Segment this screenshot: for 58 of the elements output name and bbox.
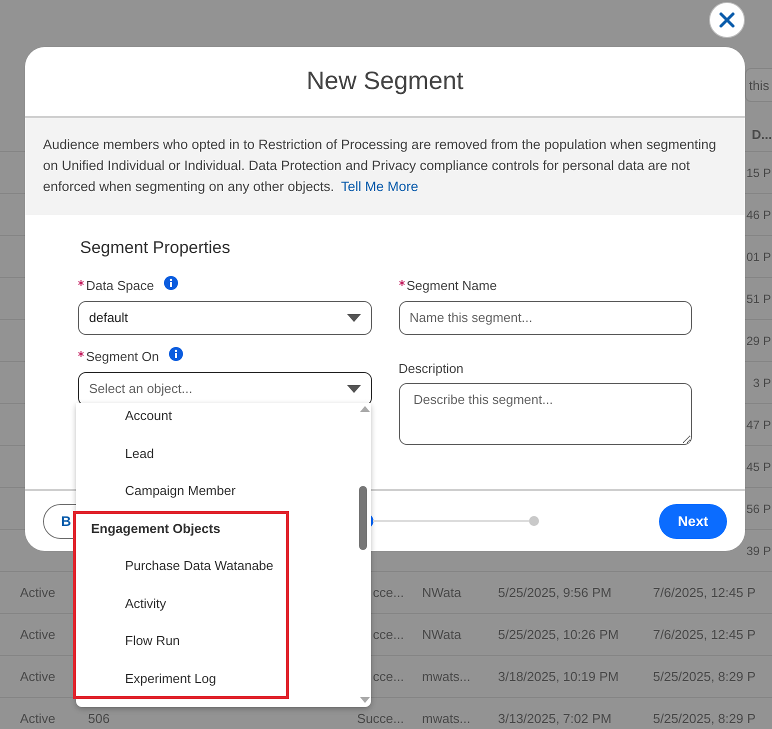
dropdown-option[interactable]: Experiment Log — [76, 660, 371, 697]
field-label: Segment Name — [406, 276, 497, 295]
table-cell-text: 01 P — [746, 248, 772, 266]
table-cell: NWata — [422, 584, 462, 600]
search-field[interactable]: this — [745, 68, 772, 102]
table-cell-text: Active — [20, 584, 56, 602]
dropdown-option[interactable]: Activity — [76, 584, 371, 622]
next-button[interactable]: Next — [659, 504, 727, 538]
close-button[interactable] — [709, 2, 745, 38]
select-field[interactable]: default — [78, 300, 372, 334]
table-cell-text: 5/25/2025, 8:29 P — [653, 668, 756, 686]
notice-text: Audience members who opted in to Restriction of Processing are removed from the population when segmenting on Unified Individual or Individual. Data Protection and Privacy compliance controls for personal data are not enforced when segmenting on any other objects. Tell Me More — [43, 136, 718, 196]
caret-icon — [346, 384, 360, 392]
group-header: Engagement Objects — [91, 520, 220, 538]
table-cell: cce... — [372, 668, 404, 684]
table-cell: cce... — [372, 626, 404, 642]
table-cell-text: 7/6/2025, 12:45 P — [653, 584, 756, 602]
table-cell: 5/25/2025, 9:56 PM — [498, 584, 612, 600]
table-cell: 506 — [88, 710, 110, 726]
table-cell: 3/18/2025, 10:19 PM — [498, 668, 619, 684]
input-field[interactable]: Name this segment... — [398, 300, 692, 334]
scroll-down-icon — [360, 697, 370, 703]
dropdown-option[interactable]: Flow Run — [76, 622, 371, 660]
field-label: Data Space — [86, 276, 154, 295]
table-cell-text: 51 P — [746, 290, 772, 308]
table-cell-text: 46 P — [746, 206, 772, 224]
table-cell-text: 5/25/2025, 8:29 P — [653, 710, 756, 728]
table-cell-text: 45 P — [746, 458, 772, 476]
table-cell: 5/25/2025, 10:26 PM — [498, 626, 619, 642]
dropdown-option[interactable]: Campaign Member — [76, 472, 371, 510]
table-cell: cce... — [372, 584, 404, 600]
table-cell-text: 56 P — [746, 500, 772, 518]
table-cell-text: 29 P — [746, 332, 772, 350]
table-cell-text: Active — [20, 668, 56, 686]
dropdown-option[interactable]: Account — [76, 403, 371, 434]
dropdown-option[interactable]: Lead — [76, 434, 371, 472]
field-label: Description — [398, 360, 464, 378]
column-header: D... — [752, 126, 772, 144]
table-cell-text: 39 P — [746, 542, 772, 560]
table-cell: NWata — [422, 626, 462, 642]
table-cell-text: 7/6/2025, 12:45 P — [653, 626, 756, 644]
textarea-field[interactable]: Describe this segment... — [398, 382, 692, 444]
field-label: Segment On — [86, 348, 159, 366]
table-cell-text: 47 P — [746, 416, 772, 434]
table-cell-text: 3 P — [752, 374, 772, 392]
select-field[interactable]: Select an object... — [78, 372, 372, 406]
table-cell-text: Active — [20, 626, 56, 644]
table-cell: mwats... — [422, 668, 470, 684]
table-cell: 3/13/2025, 7:02 PM — [498, 710, 612, 726]
caret-icon — [346, 314, 360, 322]
table-cell: mwats... — [422, 710, 470, 726]
tell-me-more-link[interactable]: Tell Me More — [340, 179, 418, 194]
table-cell-text: Active — [20, 710, 56, 728]
modal-title: New Segment — [306, 66, 464, 97]
section-title: Segment Properties — [80, 237, 232, 259]
scrollbar-thumb[interactable] — [359, 486, 367, 550]
table-cell-text: 15 P — [746, 164, 772, 182]
table-cell: Succe... — [357, 710, 404, 726]
